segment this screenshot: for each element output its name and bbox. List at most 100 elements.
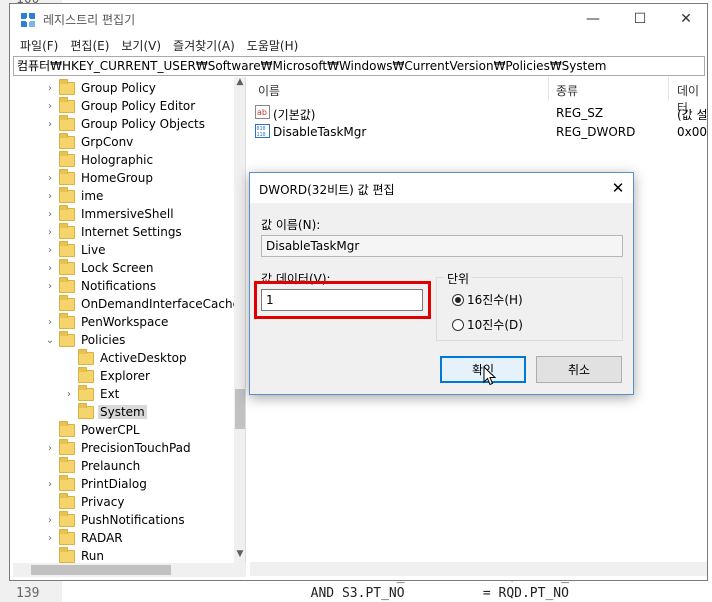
- tree-item[interactable]: PowerCPL: [43, 420, 142, 439]
- tree-item[interactable]: › Group Policy Objects: [43, 114, 207, 133]
- tree-item[interactable]: › Notifications: [43, 276, 158, 295]
- tree-item-label: PushNotifications: [81, 513, 185, 527]
- chevron-right-icon[interactable]: ›: [43, 443, 57, 454]
- column-name-header[interactable]: 이름: [258, 82, 280, 99]
- list-row[interactable]: 010 110 DisableTaskMgr REG_DWORD 0x00000…: [250, 123, 707, 141]
- tree-item[interactable]: › ime: [43, 186, 105, 205]
- dec-radio[interactable]: 10진수(D): [452, 316, 523, 333]
- folder-icon: [59, 474, 75, 491]
- menu-edit[interactable]: 편집(E): [64, 37, 115, 54]
- column-type-header[interactable]: 종류: [556, 82, 578, 99]
- menu-favorites[interactable]: 즐겨찾기(A): [167, 37, 241, 54]
- folder-icon: [59, 240, 75, 257]
- cancel-button[interactable]: 취소: [536, 356, 622, 383]
- folder-icon: [59, 132, 75, 149]
- tree-item[interactable]: GrpConv: [43, 132, 135, 151]
- menu-file[interactable]: 파일(F): [14, 37, 64, 54]
- tree-item[interactable]: Holographic: [43, 150, 155, 169]
- maximize-button[interactable]: ☐: [617, 4, 663, 34]
- tree-item[interactable]: › Internet Settings: [43, 222, 184, 241]
- scroll-down-icon[interactable]: ▼: [234, 549, 245, 563]
- chevron-right-icon[interactable]: ›: [43, 209, 57, 220]
- menu-help[interactable]: 도움말(H): [241, 37, 305, 54]
- code-line: AND S3.PT_NO = RQD.PT_NO: [295, 586, 569, 601]
- menu-bar: 파일(F) 편집(E) 보기(V) 즐겨찾기(A) 도움말(H): [10, 35, 707, 55]
- folder-icon: [59, 546, 75, 563]
- chevron-right-icon[interactable]: ›: [43, 245, 57, 256]
- value-data-input[interactable]: 1: [261, 289, 423, 311]
- minimize-button[interactable]: —: [570, 4, 616, 34]
- tree-item-label: Group Policy Objects: [81, 117, 206, 131]
- chevron-down-icon[interactable]: ⌄: [43, 335, 57, 346]
- tree-item-label: PrecisionTouchPad: [81, 441, 191, 455]
- chevron-right-icon[interactable]: ›: [43, 317, 57, 328]
- tree-item[interactable]: › PushNotifications: [43, 510, 187, 529]
- address-bar[interactable]: 컴퓨터₩HKEY_CURRENT_USER₩Software₩Microsoft…: [13, 56, 705, 76]
- tree-vertical-scrollbar[interactable]: ▲ ▼: [234, 77, 245, 563]
- tree-item-label: Privacy: [81, 495, 125, 509]
- tree-item[interactable]: Prelaunch: [43, 456, 142, 475]
- folder-icon: [59, 276, 75, 293]
- tree-item-label: Explorer: [100, 369, 150, 383]
- chevron-right-icon[interactable]: ›: [43, 173, 57, 184]
- tree-item-label: Group Policy Editor: [81, 99, 196, 113]
- folder-icon: [59, 420, 75, 437]
- tree-item[interactable]: › RADAR: [43, 528, 125, 547]
- tree-item[interactable]: › PrintDialog: [43, 474, 149, 493]
- tree-item[interactable]: Run: [43, 546, 106, 563]
- string-value-icon: ab: [255, 105, 270, 119]
- chevron-right-icon[interactable]: ›: [43, 515, 57, 526]
- value-type: REG_DWORD: [556, 125, 636, 139]
- list-row[interactable]: ab (기본값) REG_SZ (값 설정 안 됨): [250, 104, 707, 122]
- dialog-title-bar[interactable]: DWORD(32비트) 값 편집 ✕: [250, 173, 633, 203]
- list-horizontal-scrollbar[interactable]: [250, 562, 707, 576]
- tree-item[interactable]: ActiveDesktop: [62, 348, 189, 367]
- chevron-right-icon[interactable]: ›: [43, 281, 57, 292]
- chevron-right-icon[interactable]: ›: [43, 479, 57, 490]
- tree-item[interactable]: Privacy: [43, 492, 126, 511]
- tree-item[interactable]: › ImmersiveShell: [43, 204, 176, 223]
- close-button[interactable]: ✕: [663, 4, 709, 34]
- tree-item[interactable]: › Lock Screen: [43, 258, 155, 277]
- value-type: REG_SZ: [556, 106, 604, 120]
- column-divider[interactable]: [668, 77, 669, 101]
- tree-item[interactable]: › Group Policy: [43, 78, 158, 97]
- chevron-right-icon[interactable]: ›: [43, 119, 57, 130]
- tree-item[interactable]: › Ext: [62, 384, 121, 403]
- tree-item[interactable]: Explorer: [62, 366, 152, 385]
- tree-item[interactable]: › HomeGroup: [43, 168, 155, 187]
- folder-icon: [78, 402, 94, 419]
- tree-item[interactable]: › Live: [43, 240, 108, 259]
- hex-radio[interactable]: 16진수(H): [452, 291, 523, 308]
- scrollbar-thumb[interactable]: [31, 565, 171, 575]
- tree-item-label: PrintDialog: [81, 477, 147, 491]
- column-divider[interactable]: [548, 77, 549, 101]
- tree-item[interactable]: OnDemandInterfaceCache: [43, 294, 242, 313]
- tree-item[interactable]: System: [62, 402, 147, 421]
- chevron-right-icon[interactable]: ›: [62, 389, 76, 400]
- title-bar[interactable]: 레지스트리 편집기 — ☐ ✕: [10, 4, 707, 34]
- folder-icon: [59, 150, 75, 167]
- dialog-close-button[interactable]: ✕: [603, 173, 633, 203]
- chevron-right-icon[interactable]: ›: [43, 227, 57, 238]
- chevron-right-icon[interactable]: ›: [43, 191, 57, 202]
- tree-item-label: Policies: [81, 333, 126, 347]
- tree-horizontal-scrollbar[interactable]: [13, 563, 246, 577]
- tree-item[interactable]: ⌄ Policies: [43, 330, 127, 349]
- chevron-right-icon[interactable]: ›: [43, 83, 57, 94]
- chevron-right-icon[interactable]: ›: [43, 533, 57, 544]
- tree-item-label: ImmersiveShell: [81, 207, 174, 221]
- chevron-right-icon[interactable]: ›: [43, 263, 57, 274]
- chevron-right-icon[interactable]: ›: [43, 101, 57, 112]
- tree-item[interactable]: › PrecisionTouchPad: [43, 438, 193, 457]
- tree-item-label: Live: [81, 243, 106, 257]
- tree-item-label: ActiveDesktop: [100, 351, 187, 365]
- scroll-up-icon[interactable]: ▲: [234, 77, 245, 91]
- tree-item-label: GrpConv: [81, 135, 134, 149]
- hex-radio-label: 16진수(H): [467, 293, 523, 307]
- tree-item[interactable]: › Group Policy Editor: [43, 96, 197, 115]
- tree-item[interactable]: › PenWorkspace: [43, 312, 170, 331]
- folder-icon: [78, 348, 94, 365]
- menu-view[interactable]: 보기(V): [115, 37, 167, 54]
- scrollbar-thumb[interactable]: [235, 389, 245, 429]
